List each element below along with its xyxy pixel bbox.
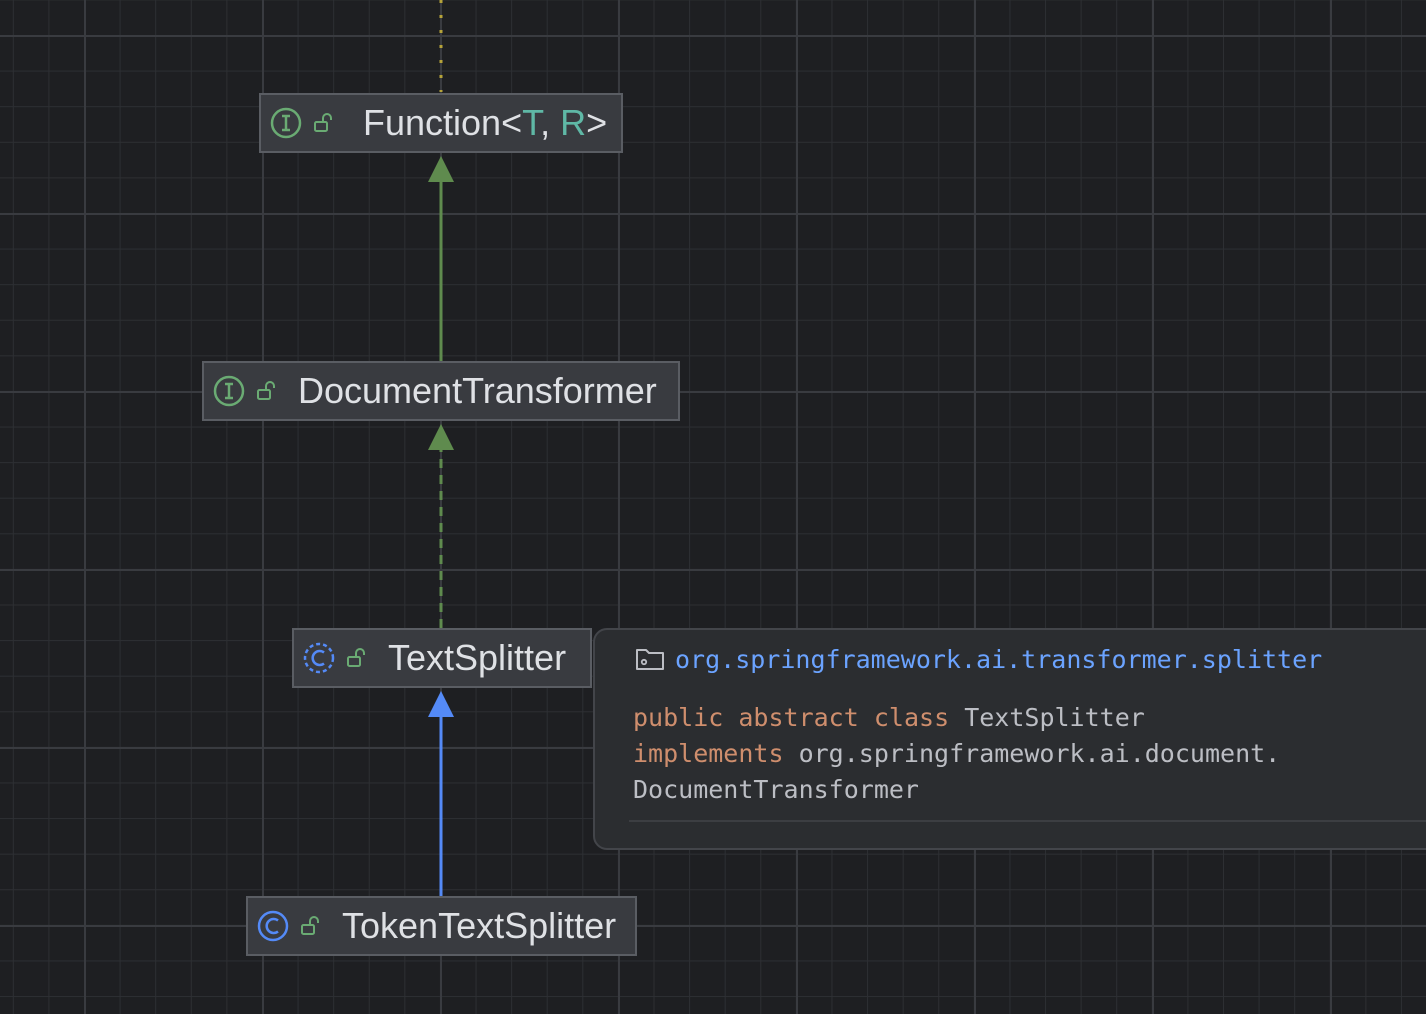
open-lock-icon (347, 648, 365, 667)
node-label: TextSplitter (388, 637, 567, 678)
open-lock-icon (314, 113, 332, 132)
interface-icon (213, 375, 245, 407)
node-label: TokenTextSplitter (342, 905, 617, 946)
node-label: Function<T, R> (363, 102, 608, 143)
edge-arrowhead-textsplitter (428, 691, 454, 717)
documentation-tooltip: org.springframework.ai.transformer.split… (593, 628, 1426, 850)
type-param-t: T (522, 102, 541, 143)
tooltip-package-link[interactable]: org.springframework.ai.transformer.split… (675, 645, 1322, 674)
type-param-r: R (560, 102, 587, 143)
interface-icon (270, 107, 302, 139)
tooltip-divider (629, 820, 1426, 822)
class-icon (257, 910, 289, 942)
open-lock-icon (301, 916, 319, 935)
edges-layer (428, 0, 454, 896)
node-textsplitter[interactable]: TextSplitter (292, 628, 592, 688)
tooltip-package-row: org.springframework.ai.transformer.split… (635, 644, 1322, 674)
tooltip-signature: public abstract class TextSplitter imple… (633, 703, 1281, 804)
node-label: DocumentTransformer (298, 370, 657, 411)
open-lock-icon (257, 381, 275, 400)
node-documenttransformer[interactable]: DocumentTransformer (202, 361, 680, 421)
package-folder-icon (636, 649, 664, 670)
node-tokentextsplitter[interactable]: TokenTextSplitter (246, 896, 637, 956)
abstract-class-icon (303, 642, 335, 674)
edge-arrowhead-function (428, 156, 454, 182)
edge-arrowhead-documenttransformer (428, 424, 454, 450)
node-function[interactable]: Function<T, R> (259, 93, 623, 153)
